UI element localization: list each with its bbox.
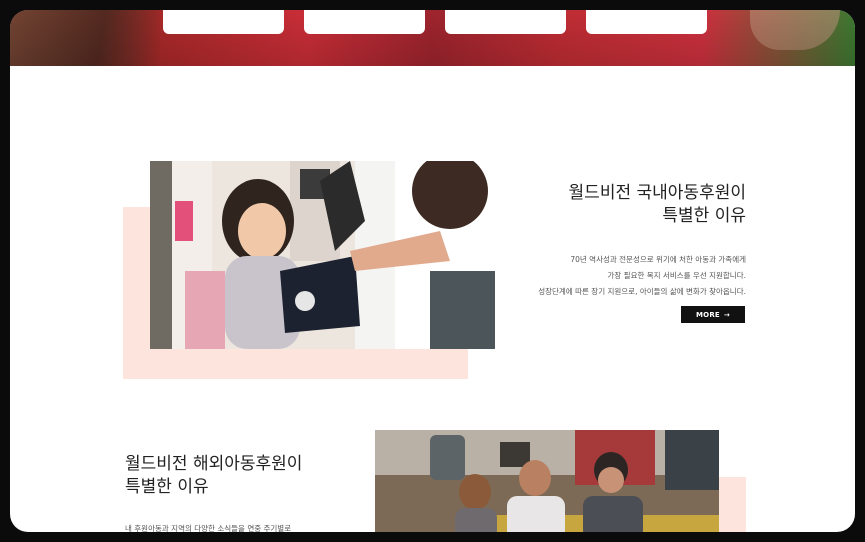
- page-viewport: 월드비전 국내아동후원이 특별한 이유 70년 역사성과 전문성으로 위기에 처…: [10, 10, 855, 532]
- hero-tab-4[interactable]: [586, 10, 707, 34]
- domestic-section-title: 월드비전 국내아동후원이 특별한 이유: [568, 183, 746, 226]
- more-button[interactable]: MORE →: [681, 306, 745, 323]
- domestic-section-description: 70년 역사성과 전문성으로 위기에 처한 아동과 가족에게 가장 필요한 복지…: [538, 255, 746, 296]
- overseas-section-description: 내 후원아동과 지역의 다양한 소식들을 연중 주기별로: [125, 524, 292, 532]
- children-eating-illustration: [375, 430, 719, 532]
- children-eating-photo: [375, 430, 719, 532]
- child-receiving-bag-photo: [150, 161, 495, 349]
- hero-banner-image: [10, 10, 855, 66]
- hero-tab-3[interactable]: [445, 10, 566, 34]
- hero-tab-2[interactable]: [304, 10, 425, 34]
- arrow-right-icon: →: [723, 310, 730, 319]
- hero-tab-1[interactable]: [163, 10, 284, 34]
- child-receiving-bag-illustration: [150, 161, 495, 349]
- overseas-section-title: 월드비전 해외아동후원이 특별한 이유: [125, 454, 303, 497]
